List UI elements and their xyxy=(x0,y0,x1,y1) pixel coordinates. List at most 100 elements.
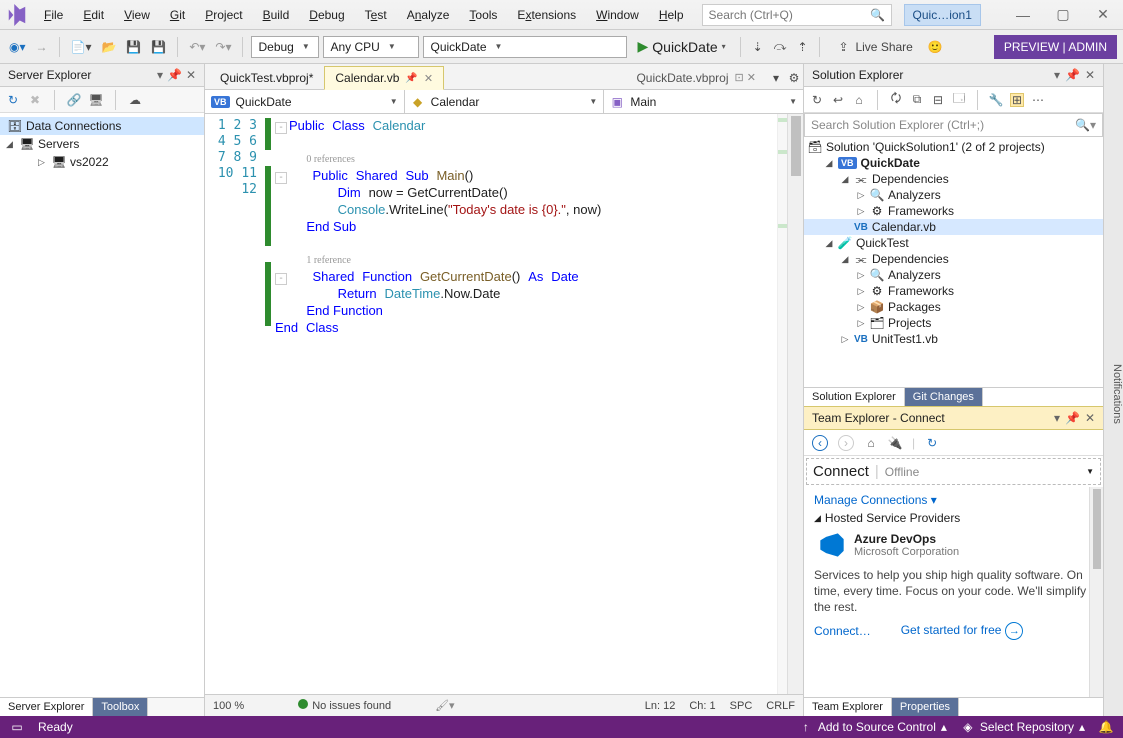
redo-icon[interactable]: ↷▾ xyxy=(212,36,234,58)
data-connections-node[interactable]: 🗄 Data Connections xyxy=(0,117,204,135)
menu-debug[interactable]: Debug xyxy=(299,0,354,29)
startup-dropdown[interactable]: QuickDate▼ xyxy=(423,36,627,58)
close-icon[interactable]: ✕ xyxy=(186,68,196,82)
brush-icon[interactable]: 🖌▾ xyxy=(435,699,455,712)
config-dropdown[interactable]: Debug▼ xyxy=(251,36,319,58)
output-icon[interactable]: ▭ xyxy=(10,720,24,734)
issues-indicator[interactable]: No issues found xyxy=(298,699,391,712)
step-over-icon[interactable]: ⤼ xyxy=(771,36,790,58)
analyzers-node[interactable]: ▷🔍Analyzers xyxy=(804,187,1103,203)
tab-quicktest-proj[interactable]: QuickTest.vbproj* xyxy=(209,65,324,89)
code-area[interactable]: -Public Class Calendar 0 references - Pu… xyxy=(271,114,777,694)
nav-back-icon[interactable]: ‹ xyxy=(812,435,828,451)
unittest-node[interactable]: ▷VBUnitTest1.vb xyxy=(804,331,1103,347)
max-button[interactable]: ▢ xyxy=(1043,0,1083,29)
open-icon[interactable]: 📂 xyxy=(98,36,119,58)
min-button[interactable]: — xyxy=(1003,0,1043,29)
menu-view[interactable]: View xyxy=(114,0,160,29)
refresh-icon[interactable]: ↻ xyxy=(925,436,939,450)
nav-back-icon[interactable]: ◉▾ xyxy=(6,36,29,58)
save-icon[interactable]: 💾 xyxy=(123,36,144,58)
close-icon[interactable]: ✕ xyxy=(1085,411,1095,425)
refresh-icon[interactable]: ↻ xyxy=(810,93,824,107)
start-button[interactable]: ▶ QuickDate ▾ xyxy=(631,38,731,55)
live-share-button[interactable]: ⇪Live Share xyxy=(828,40,920,54)
azure-icon[interactable]: ☁ xyxy=(128,93,142,107)
tab-git-changes[interactable]: Git Changes xyxy=(905,388,983,406)
stop-icon[interactable]: ✖ xyxy=(28,93,42,107)
solution-search[interactable]: Search Solution Explorer (Ctrl+;)🔍▾ xyxy=(804,113,1103,137)
new-item-icon[interactable]: 📄▾ xyxy=(68,36,95,58)
close-icon[interactable]: ✕ xyxy=(1085,68,1095,82)
pin-icon[interactable]: 📌 xyxy=(1065,411,1080,425)
home-icon[interactable]: ⌂ xyxy=(864,436,878,450)
frameworks-node[interactable]: ▷⚙Frameworks xyxy=(804,203,1103,219)
project-quicktest[interactable]: ◢🧪QuickTest xyxy=(804,235,1103,251)
plug-icon[interactable]: 🔌 xyxy=(888,436,902,450)
select-repository[interactable]: ◈Select Repository ▴ xyxy=(961,720,1085,734)
platform-dropdown[interactable]: Any CPU▼ xyxy=(323,36,419,58)
dropdown-icon[interactable]: ▾ xyxy=(157,68,163,82)
connect-header[interactable]: Connect|Offline▼ xyxy=(806,458,1101,485)
wrench-icon[interactable]: 🔧 xyxy=(989,93,1003,107)
menu-file[interactable]: File xyxy=(34,0,73,29)
tab-toolbox[interactable]: Toolbox xyxy=(93,698,148,716)
more-icon[interactable]: ⋯ xyxy=(1031,93,1045,107)
projects-node[interactable]: ▷🗂Projects xyxy=(804,315,1103,331)
packages-node[interactable]: ▷📦Packages xyxy=(804,299,1103,315)
project-quickdate[interactable]: ◢VBQuickDate xyxy=(804,155,1103,171)
step-into-icon[interactable]: ⇣ xyxy=(749,36,767,58)
nav-project[interactable]: VBQuickDate▼ xyxy=(205,90,405,113)
connect-db-icon[interactable]: 🔗 xyxy=(67,93,81,107)
vert-scrollbar[interactable] xyxy=(787,114,803,694)
indent-mode[interactable]: SPC xyxy=(730,700,753,712)
frameworks-node-2[interactable]: ▷⚙Frameworks xyxy=(804,283,1103,299)
close-button[interactable]: ✕ xyxy=(1083,0,1123,29)
feedback-icon[interactable]: 🙂 xyxy=(925,36,946,58)
tab-properties[interactable]: Properties xyxy=(892,698,959,716)
connect-server-icon[interactable]: 🖥 xyxy=(89,93,103,107)
preview-close-icon[interactable]: ⊡ ✕ xyxy=(735,71,757,84)
solution-node[interactable]: 🗃Solution 'QuickSolution1' (2 of 2 proje… xyxy=(804,139,1103,155)
refresh-icon[interactable]: ↻ xyxy=(6,93,20,107)
menu-help[interactable]: Help xyxy=(649,0,694,29)
server-host-node[interactable]: ▷ 🖥 vs2022 xyxy=(0,153,204,171)
zoom-level[interactable]: 100 % xyxy=(213,700,244,712)
close-icon[interactable]: ✕ xyxy=(424,72,433,85)
collapse-icon[interactable]: ⊟ xyxy=(931,93,945,107)
gear-icon[interactable]: ⚙ xyxy=(785,67,803,89)
tab-team-explorer[interactable]: Team Explorer xyxy=(804,698,892,716)
calendar-vb-node[interactable]: VBCalendar.vb xyxy=(804,219,1103,235)
arrow-circle-icon[interactable]: → xyxy=(1005,622,1023,640)
nav-class[interactable]: ◆Calendar▼ xyxy=(405,90,605,113)
global-search[interactable]: Search (Ctrl+Q) 🔍 xyxy=(702,4,892,26)
menu-extensions[interactable]: Extensions xyxy=(507,0,586,29)
step-out-icon[interactable]: ⇡ xyxy=(793,36,811,58)
notifications-rail[interactable]: Notifications xyxy=(1103,64,1123,716)
menu-git[interactable]: Git xyxy=(160,0,195,29)
menu-tools[interactable]: Tools xyxy=(459,0,507,29)
menu-edit[interactable]: Edit xyxy=(73,0,114,29)
menu-project[interactable]: Project xyxy=(195,0,252,29)
line-ending[interactable]: CRLF xyxy=(766,700,795,712)
home-icon[interactable]: ⌂ xyxy=(852,93,866,107)
solution-caption[interactable]: Quic…ion1 xyxy=(904,4,981,26)
dropdown-icon[interactable]: ▾ xyxy=(1054,68,1060,82)
pin-icon[interactable]: 📌 xyxy=(1065,68,1080,82)
deps-node-2[interactable]: ◢⫘Dependencies xyxy=(804,251,1103,267)
hosted-providers-header[interactable]: ◢Hosted Service Providers xyxy=(814,511,1093,525)
bell-icon[interactable]: 🔔 xyxy=(1099,720,1113,734)
menu-window[interactable]: Window xyxy=(586,0,649,29)
manage-connections-link[interactable]: Manage Connections ▾ xyxy=(814,493,937,507)
show-all-icon[interactable]: ⧉ xyxy=(910,93,924,107)
dropdown-icon[interactable]: ▾ xyxy=(1054,411,1060,425)
connect-link[interactable]: Connect… xyxy=(814,624,871,638)
nav-fwd-icon[interactable]: → xyxy=(33,36,51,58)
vert-scrollbar[interactable] xyxy=(1089,487,1103,697)
analyzers-node-2[interactable]: ▷🔍Analyzers xyxy=(804,267,1103,283)
save-all-icon[interactable]: 💾 xyxy=(148,36,169,58)
view-toggle-icon[interactable]: ⊞ xyxy=(1010,93,1024,107)
get-started-link[interactable]: Get started for free xyxy=(901,623,1002,637)
add-source-control[interactable]: ↑Add to Source Control ▴ xyxy=(799,720,947,734)
nav-fwd-icon[interactable]: › xyxy=(838,435,854,451)
